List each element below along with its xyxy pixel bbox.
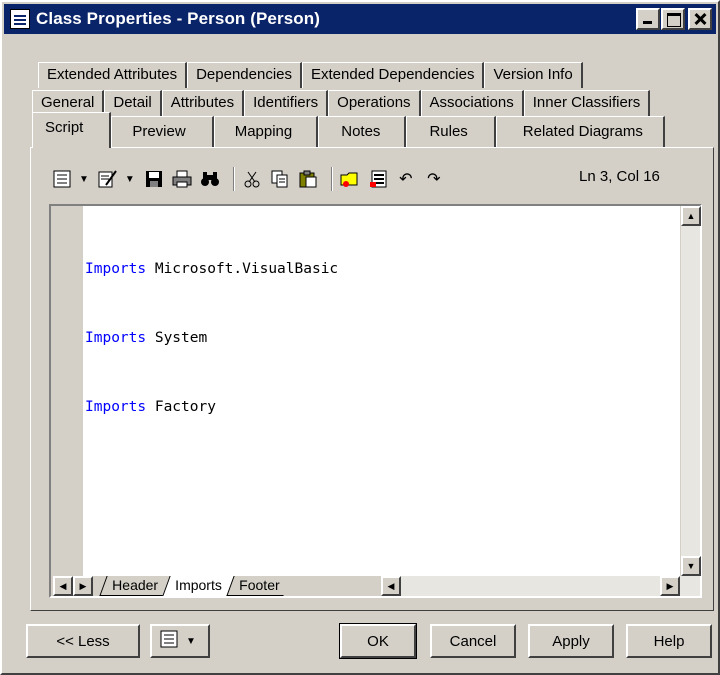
tab-related-diagrams[interactable]: Related Diagrams [495,116,665,148]
tab-version-info[interactable]: Version Info [484,62,583,88]
class-properties-dialog: Class Properties - Person (Person) Exten… [0,0,720,675]
edit-icon[interactable] [97,168,119,190]
tab-associations[interactable]: Associations [420,90,524,116]
tab-script[interactable]: Script [32,112,112,148]
code-line: Imports Factory [85,399,216,415]
ok-button[interactable]: OK [339,623,417,659]
tab-attributes[interactable]: Attributes [161,90,245,116]
code-line: Imports System [85,330,208,346]
more-options-button[interactable]: ▼ [150,624,210,658]
script-editor[interactable]: Imports Microsoft.VisualBasic Imports Sy… [49,204,702,598]
cut-icon[interactable] [241,168,263,190]
section-tabs: Header Imports Footer [99,576,291,596]
insert-icon[interactable] [367,168,389,190]
tab-detail[interactable]: Detail [104,90,162,116]
close-button[interactable] [688,8,712,30]
sheet-next-button[interactable]: ▶ [73,576,93,596]
editor-toolbar: ▼ ▼ ↶ ↷ [51,164,451,194]
scroll-up-button[interactable]: ▲ [681,206,701,226]
apply-button[interactable]: Apply [528,624,614,658]
less-button[interactable]: << Less [26,624,140,658]
cancel-button[interactable]: Cancel [430,624,516,658]
tab-row-2: General Detail Attributes Identifiers Op… [32,90,651,116]
script-panel: ▼ ▼ ↶ ↷ Ln 3, Col 16 Imports Microsoft.V… [30,147,714,611]
properties-icon [160,630,178,652]
title-bar[interactable]: Class Properties - Person (Person) [4,4,716,34]
tab-row-3: Script Preview Mapping Notes Rules Relat… [32,112,665,148]
chevron-down-icon: ▼ [186,635,196,647]
save-icon[interactable] [143,168,165,190]
tab-operations[interactable]: Operations [328,90,421,116]
sheet-tab-header[interactable]: Header [99,576,170,596]
sheet-tab-footer[interactable]: Footer [225,576,291,596]
code-line: Imports Microsoft.VisualBasic [85,261,339,277]
sheet-tab-imports[interactable]: Imports [162,576,234,596]
tab-dependencies[interactable]: Dependencies [187,62,302,88]
maximize-button[interactable] [661,8,685,30]
find-icon[interactable] [199,168,221,190]
tab-identifiers[interactable]: Identifiers [244,90,329,116]
tab-inner-classifiers[interactable]: Inner Classifiers [523,90,651,116]
scroll-left-button[interactable]: ◀ [381,576,401,596]
window-icon [10,9,30,29]
window-title: Class Properties - Person (Person) [36,9,320,28]
print-icon[interactable] [171,168,193,190]
tab-extended-attributes[interactable]: Extended Attributes [38,62,188,88]
sheet-prev-button[interactable]: ◀ [53,576,73,596]
open-folder-icon[interactable] [339,168,361,190]
tab-row-1: Extended Attributes Dependencies Extende… [38,62,583,88]
help-button[interactable]: Help [626,624,712,658]
redo-icon[interactable]: ↷ [423,168,445,190]
scroll-right-button[interactable]: ▶ [660,576,680,596]
tab-mapping[interactable]: Mapping [213,116,319,148]
tab-notes[interactable]: Notes [318,116,407,148]
horizontal-scrollbar[interactable]: ◀ ▶ [381,576,700,596]
toolbar-separator [232,167,235,191]
code-area[interactable]: Imports Microsoft.VisualBasic Imports Sy… [85,212,678,465]
tab-rules[interactable]: Rules [406,116,496,148]
copy-icon[interactable] [269,168,291,190]
editor-gutter [51,206,83,576]
properties-icon[interactable] [51,168,73,190]
tab-extended-dependencies[interactable]: Extended Dependencies [302,62,485,88]
chevron-down-icon[interactable]: ▼ [79,174,89,185]
chevron-down-icon[interactable]: ▼ [125,174,135,185]
toolbar-separator [330,167,333,191]
scroll-down-button[interactable]: ▼ [681,556,701,576]
undo-icon[interactable]: ↶ [395,168,417,190]
tab-preview[interactable]: Preview [111,116,214,148]
vertical-scrollbar[interactable]: ▲ ▼ [680,206,701,576]
paste-icon[interactable] [297,168,319,190]
cursor-position: Ln 3, Col 16 [579,168,660,185]
minimize-button[interactable] [636,8,660,30]
